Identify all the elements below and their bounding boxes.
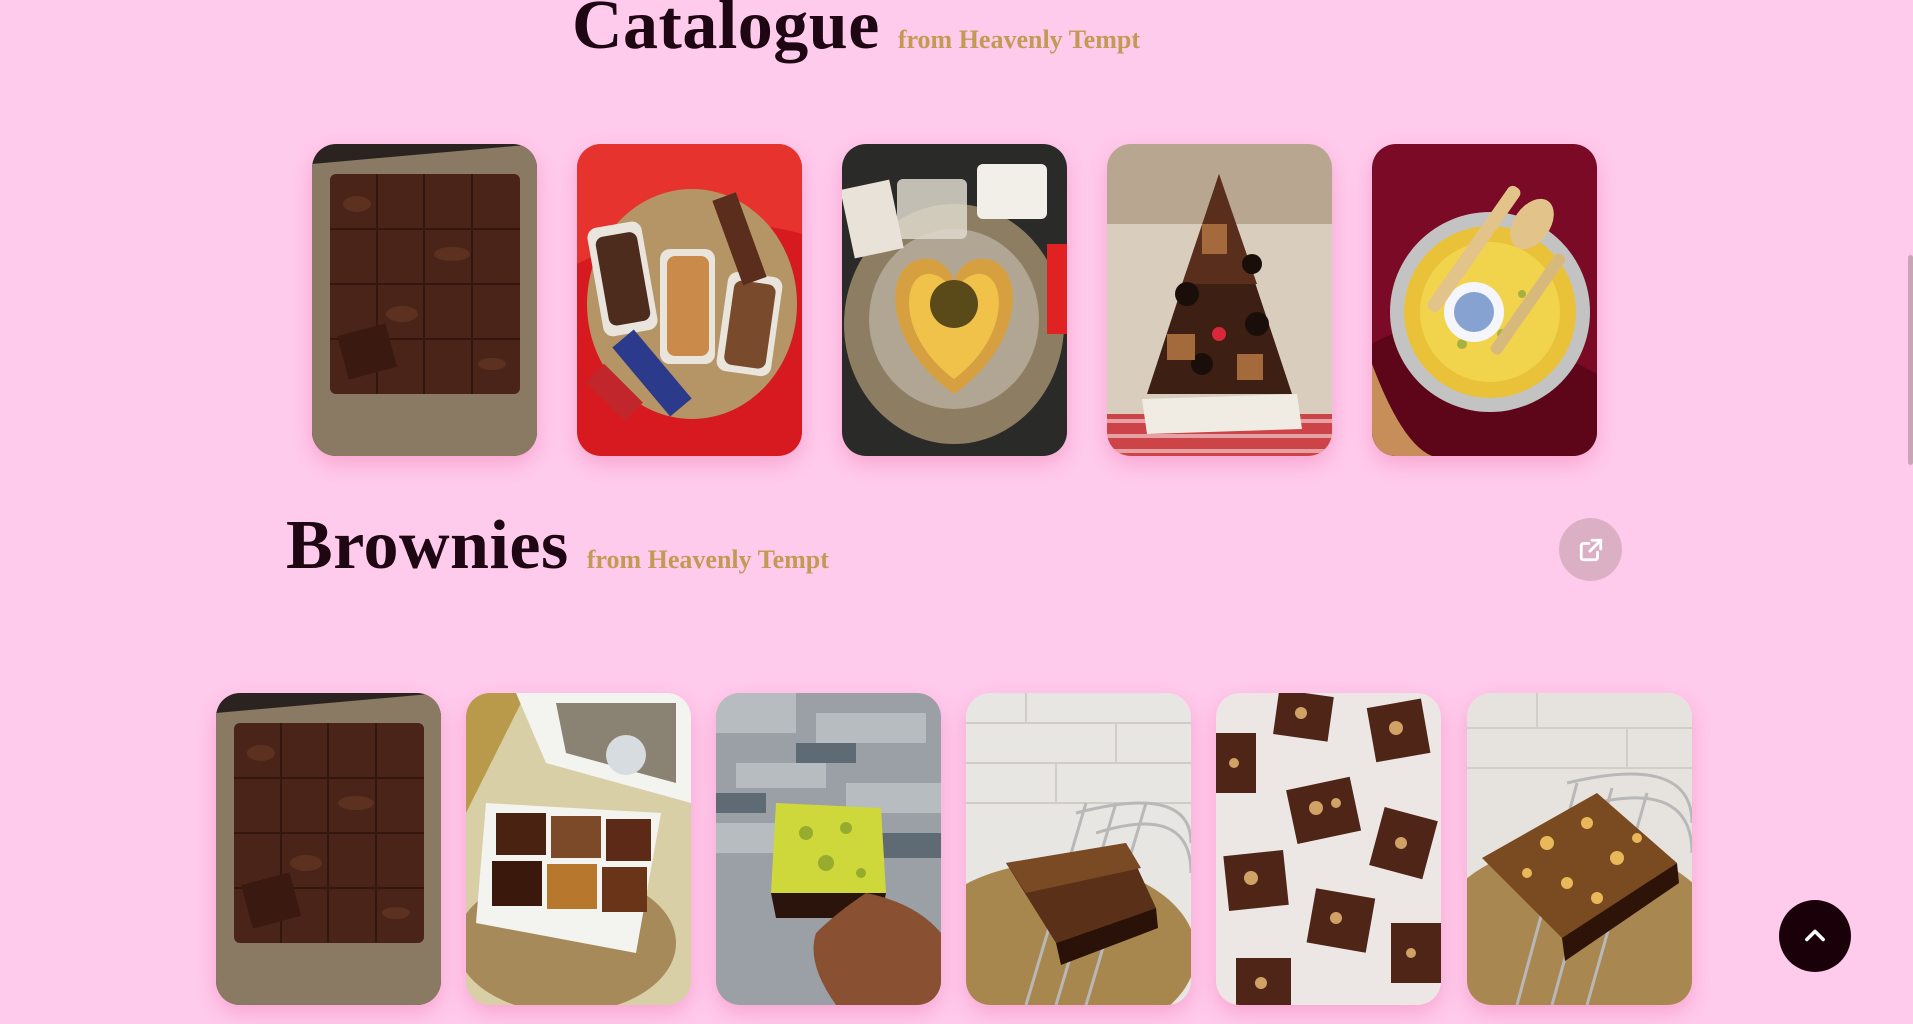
- brownies-card-pistachio-brownie[interactable]: [716, 693, 941, 1005]
- brownie-slice-photo: [966, 693, 1191, 1005]
- catalogue-card-pistachio-pie[interactable]: [1372, 144, 1597, 456]
- brownie-tower-photo: [1107, 144, 1332, 456]
- catalogue-subtitle: from Heavenly Tempt: [897, 25, 1140, 54]
- brownies-subtitle: from Heavenly Tempt: [586, 545, 829, 574]
- brownie-box-photo: [466, 693, 691, 1005]
- chevron-up-icon: [1805, 929, 1825, 942]
- brownies-card-brownie-tray[interactable]: [216, 693, 441, 1005]
- dessert-platter-photo: [577, 144, 802, 456]
- catalogue-card-brownie-tower[interactable]: [1107, 144, 1332, 456]
- nut-brownies-photo: [1216, 693, 1441, 1005]
- scrollbar[interactable]: [1907, 0, 1913, 1024]
- brownies-card-hazelnut-brownie[interactable]: [1467, 693, 1692, 1005]
- scroll-to-top-button[interactable]: [1779, 900, 1851, 972]
- hazelnut-brownie-photo: [1467, 693, 1692, 1005]
- scrollbar-thumb[interactable]: [1908, 255, 1913, 465]
- brownies-title: Brownies: [286, 507, 569, 584]
- brownies-card-nut-brownies[interactable]: [1216, 693, 1441, 1005]
- brownies-card-brownie-box[interactable]: [466, 693, 691, 1005]
- brownies-open-button[interactable]: [1559, 518, 1622, 581]
- catalogue-card-heart-cake[interactable]: [842, 144, 1067, 456]
- brownies-card-brownie-slice[interactable]: [966, 693, 1191, 1005]
- brownie-tray-photo: [312, 144, 537, 456]
- catalogue-card-dessert-platter[interactable]: [577, 144, 802, 456]
- catalogue-card-brownie-tray[interactable]: [312, 144, 537, 456]
- brownie-tray-photo: [216, 693, 441, 1005]
- pistachio-brownie-photo: [716, 693, 941, 1005]
- catalogue-title: Catalogue: [572, 0, 880, 64]
- brownies-heading: Brownies from Heavenly Tempt: [286, 506, 829, 586]
- page: Catalogue from Heavenly Tempt Brownies f…: [0, 0, 1913, 1024]
- heart-cake-photo: [842, 144, 1067, 456]
- catalogue-heading: Catalogue from Heavenly Tempt: [572, 0, 1140, 66]
- pistachio-pie-photo: [1372, 144, 1597, 456]
- external-link-icon: [1579, 538, 1602, 561]
